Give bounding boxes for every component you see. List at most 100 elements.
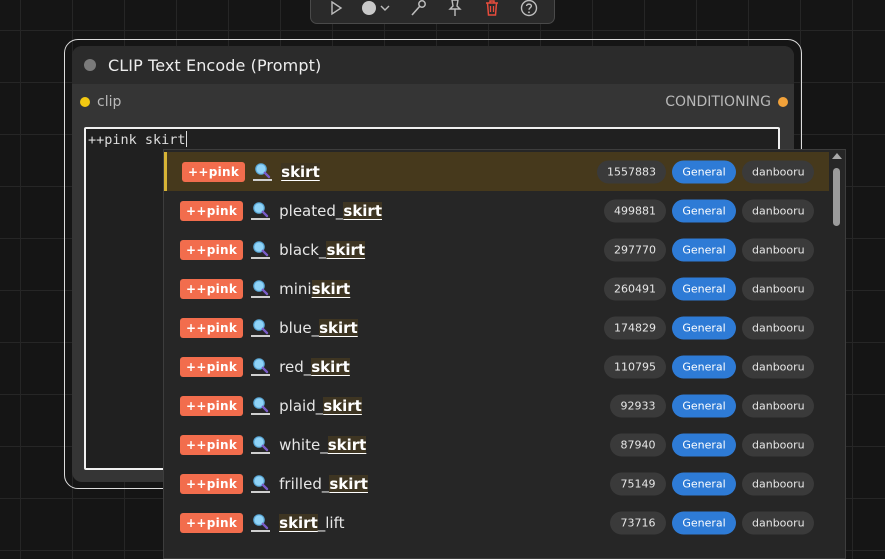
category-badge: General — [672, 160, 736, 183]
source-badge: danbooru — [742, 355, 814, 378]
autocomplete-item[interactable]: ++pink black_skirt 297770 General danboo… — [164, 230, 829, 269]
tag-prefix-part: pleated_ — [279, 201, 344, 220]
collapse-dot[interactable] — [84, 59, 96, 71]
search-icon[interactable] — [251, 279, 271, 298]
source-badge: danbooru — [742, 472, 814, 495]
search-icon[interactable] — [251, 435, 271, 454]
bypass-icon[interactable] — [404, 0, 432, 20]
tag-match-highlight: skirt — [343, 201, 383, 220]
color-circle-icon[interactable] — [359, 0, 395, 20]
autocomplete-item[interactable]: ++pink frilled_skirt 75149 General danbo… — [164, 464, 829, 503]
source-badge: danbooru — [742, 277, 814, 300]
pin-icon[interactable] — [441, 0, 469, 20]
autocomplete-item[interactable]: ++pink miniskirt 260491 General danbooru — [164, 269, 829, 308]
tag-prefix-part: frilled_ — [279, 474, 330, 493]
search-icon[interactable] — [251, 357, 271, 376]
autocomplete-item[interactable]: ++pink skirt 1557883 General danbooru — [164, 152, 829, 191]
prefix-tag: ++pink — [180, 395, 244, 416]
play-icon[interactable] — [322, 0, 350, 20]
clip-input-slot[interactable]: clip — [80, 94, 121, 110]
post-count-badge: 110795 — [604, 355, 666, 378]
tag-prefix-part: plaid_ — [279, 396, 324, 415]
tag-text: skirt_lift — [279, 513, 345, 532]
tag-text: red_skirt — [279, 357, 350, 376]
post-count-badge: 87940 — [610, 433, 666, 456]
category-badge: General — [672, 199, 736, 222]
help-icon[interactable] — [515, 0, 543, 20]
source-badge: danbooru — [742, 433, 814, 456]
selection-toolbar — [310, 0, 555, 24]
post-count-badge: 92933 — [610, 394, 666, 417]
post-count-badge: 499881 — [604, 199, 666, 222]
tag-text: black_skirt — [279, 240, 366, 259]
tag-text: pleated_skirt — [279, 201, 383, 220]
post-count-badge: 73716 — [610, 511, 666, 534]
prefix-tag: ++pink — [180, 356, 244, 377]
search-icon[interactable] — [251, 240, 271, 259]
autocomplete-item[interactable]: ++pink skirt_lift 73716 General danbooru — [164, 503, 829, 542]
tag-match-highlight: skirt — [326, 240, 366, 259]
autocomplete-item[interactable]: ++pink plaid_skirt 92933 General danboor… — [164, 386, 829, 425]
tag-match-highlight: skirt — [281, 162, 320, 181]
text-caret — [185, 131, 187, 147]
prefix-tag: ++pink — [182, 161, 246, 182]
tag-prefix-part: white_ — [279, 435, 328, 454]
tag-text: white_skirt — [279, 435, 367, 454]
clip-input-label: clip — [97, 94, 122, 110]
prompt-text: ++pink skirt — [88, 132, 186, 148]
node-title: CLIP Text Encode (Prompt) — [108, 55, 322, 75]
tag-prefix-part: blue_ — [279, 318, 320, 337]
autocomplete-item[interactable]: ++pink white_skirt 87940 General danboor… — [164, 425, 829, 464]
clip-input-dot[interactable] — [80, 97, 90, 107]
source-badge: danbooru — [742, 238, 814, 261]
tag-match-highlight: skirt — [323, 396, 362, 415]
conditioning-output-slot[interactable]: CONDITIONING — [665, 94, 788, 110]
prefix-tag: ++pink — [180, 512, 244, 533]
category-badge: General — [672, 511, 736, 534]
search-icon[interactable] — [251, 201, 271, 220]
search-icon[interactable] — [251, 396, 271, 415]
conditioning-output-label: CONDITIONING — [665, 94, 771, 110]
prefix-tag: ++pink — [180, 434, 244, 455]
tag-match-highlight: skirt — [329, 474, 368, 493]
node-header[interactable]: CLIP Text Encode (Prompt) — [72, 46, 794, 84]
prefix-tag: ++pink — [180, 317, 244, 338]
tag-text: frilled_skirt — [279, 474, 368, 493]
prefix-tag: ++pink — [180, 200, 244, 221]
tag-text: plaid_skirt — [279, 396, 362, 415]
autocomplete-item[interactable]: ++pink pleated_skirt 499881 General danb… — [164, 191, 829, 230]
prefix-tag: ++pink — [180, 278, 244, 299]
tag-match-highlight: skirt — [311, 279, 351, 298]
search-icon[interactable] — [251, 318, 271, 337]
category-badge: General — [672, 238, 736, 261]
category-badge: General — [672, 394, 736, 417]
post-count-badge: 260491 — [604, 277, 666, 300]
source-badge: danbooru — [742, 511, 814, 534]
source-badge: danbooru — [742, 394, 814, 417]
trash-icon[interactable] — [478, 0, 506, 20]
prefix-tag: ++pink — [180, 239, 244, 260]
tag-text: miniskirt — [279, 279, 351, 298]
tag-prefix-part: black_ — [279, 240, 327, 259]
scroll-up-arrow-icon[interactable] — [832, 153, 842, 159]
tag-text: skirt — [281, 162, 320, 181]
tag-text: blue_skirt — [279, 318, 358, 337]
autocomplete-item[interactable]: ++pink blue_skirt 174829 General danboor… — [164, 308, 829, 347]
conditioning-output-dot[interactable] — [778, 97, 788, 107]
scrollbar-thumb[interactable] — [833, 168, 840, 226]
post-count-badge: 75149 — [610, 472, 666, 495]
category-badge: General — [672, 277, 736, 300]
category-badge: General — [672, 316, 736, 339]
category-badge: General — [672, 433, 736, 456]
autocomplete-item[interactable]: ++pink red_skirt 110795 General danbooru — [164, 347, 829, 386]
search-icon[interactable] — [251, 513, 271, 532]
source-badge: danbooru — [742, 316, 814, 339]
autocomplete-dropdown[interactable]: ++pink skirt 1557883 General danbooru ++… — [163, 149, 846, 559]
post-count-badge: 174829 — [604, 316, 666, 339]
search-icon[interactable] — [253, 162, 273, 181]
tag-prefix-part: red_ — [279, 357, 312, 376]
post-count-badge: 297770 — [604, 238, 666, 261]
search-icon[interactable] — [251, 474, 271, 493]
tag-match-highlight: skirt — [279, 513, 318, 532]
tag-suffix-part: _lift — [317, 513, 345, 532]
